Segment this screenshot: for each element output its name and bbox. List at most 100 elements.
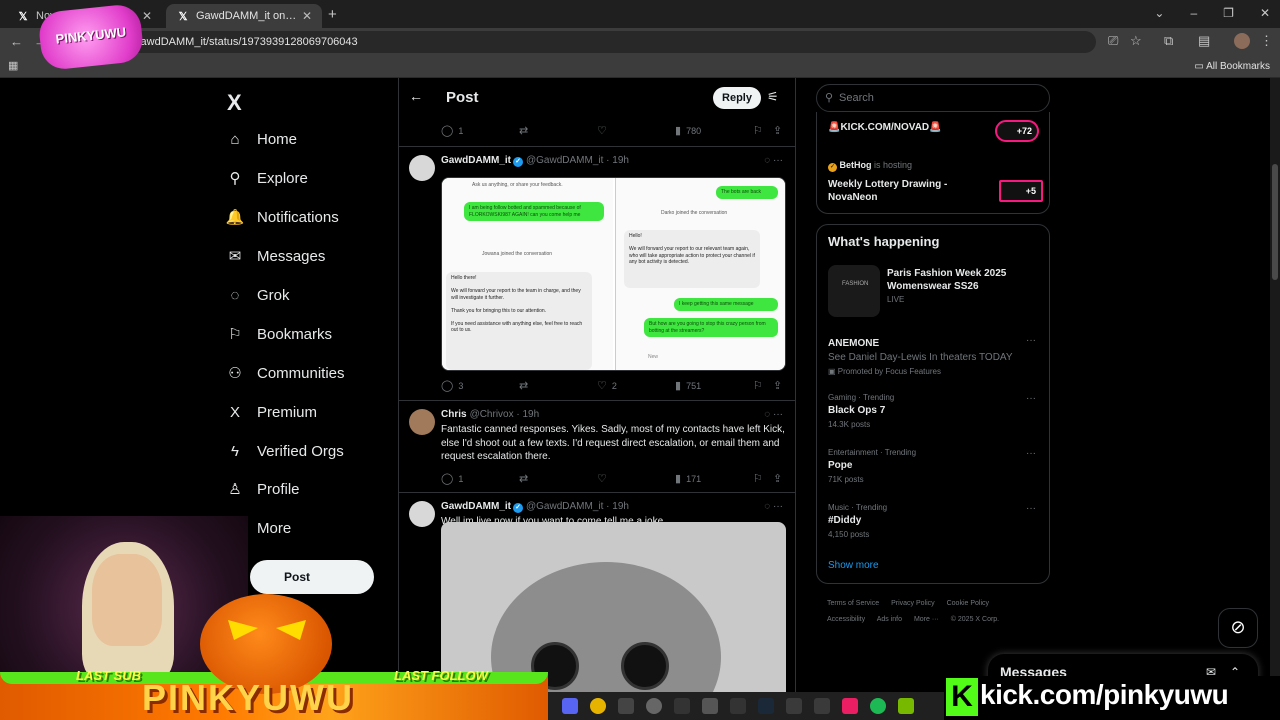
avatar[interactable] — [409, 501, 435, 527]
footer-link[interactable]: More ··· — [914, 616, 939, 623]
tweet[interactable]: GawdDAMM_it ✓ @GawdDAMM_it · 19h ◌ ··· Ask… — [399, 146, 795, 400]
new-tab-button[interactable]: + — [328, 6, 337, 23]
sidebar-item-messages[interactable]: ✉ Messages — [225, 241, 326, 271]
reply-action[interactable]: ◯ 1 — [441, 124, 463, 137]
bookmark-action[interactable]: ⚐ — [753, 379, 763, 392]
discord-icon[interactable] — [562, 698, 578, 714]
sidebar-item-notifications[interactable]: 🔔 Notifications — [225, 202, 339, 232]
share-action[interactable]: ⇪ — [773, 379, 782, 392]
profile-avatar[interactable] — [1234, 33, 1250, 49]
obs-icon[interactable] — [646, 698, 662, 714]
sidebar-item-bookmarks[interactable]: ⚐ Bookmarks — [225, 319, 332, 349]
sidebar-item-explore[interactable]: ⚲ Explore — [225, 163, 308, 193]
like-action[interactable]: ♡ 2 — [597, 379, 617, 392]
more-icon[interactable]: ··· — [1026, 335, 1036, 346]
scrollbar-thumb[interactable] — [1272, 164, 1278, 280]
views-action[interactable]: ▮ 780 — [675, 124, 701, 137]
post-button[interactable]: Post — [250, 560, 374, 594]
app-icon[interactable] — [814, 698, 830, 714]
grok-button[interactable]: ⊘ — [1218, 608, 1258, 648]
sidebar-item-premium[interactable]: X Premium — [225, 397, 317, 427]
back-icon[interactable]: ← — [10, 34, 23, 49]
x-logo[interactable]: X — [227, 90, 242, 116]
trend-item[interactable]: ANEMONE See Daniel Day-Lewis In theaters… — [828, 335, 1040, 376]
footer-link[interactable]: Accessibility — [827, 616, 865, 623]
avatar[interactable] — [409, 409, 435, 435]
minimize-icon[interactable]: – — [1190, 6, 1197, 20]
trend-item[interactable]: Gaming · Trending Black Ops 7 14.3K post… — [828, 393, 1040, 429]
close-icon[interactable]: ✕ — [142, 9, 152, 23]
sidebar-item-communities[interactable]: ⚇ Communities — [225, 358, 344, 388]
trend-item[interactable]: Music · Trending #Diddy 4,150 posts ··· — [828, 503, 1040, 539]
scrollbar[interactable] — [1270, 78, 1280, 720]
app-icon[interactable] — [786, 698, 802, 714]
apps-icon[interactable]: ▦ — [8, 59, 18, 72]
tweet-author[interactable]: GawdDAMM_it ✓ @GawdDAMM_it · 19h — [441, 155, 629, 167]
steam-icon[interactable] — [758, 698, 774, 714]
app-icon[interactable] — [730, 698, 746, 714]
share-action[interactable]: ⇪ — [773, 472, 782, 485]
sidebar-item-profile[interactable]: ♙ Profile — [225, 474, 299, 504]
tweet[interactable]: Chris @Chrivox · 19h ◌ ··· Fantastic cann… — [399, 400, 795, 492]
tweet-author[interactable]: Chris @Chrivox · 19h — [441, 409, 539, 420]
app-icon[interactable] — [842, 698, 858, 714]
bookmark-action[interactable]: ⚐ — [753, 124, 763, 137]
avatar[interactable] — [409, 155, 435, 181]
reply-action[interactable]: ◯ 3 — [441, 379, 463, 392]
views-action[interactable]: ▮ 171 — [675, 472, 701, 485]
footer-link[interactable]: Ads info — [877, 616, 902, 623]
reply-action[interactable]: ◯ 1 — [441, 472, 463, 485]
close-icon[interactable]: ✕ — [302, 9, 312, 23]
viewer-badge[interactable]: +5 — [999, 180, 1043, 202]
sidebar-item-home[interactable]: ⌂ Home — [225, 124, 297, 154]
sidebar-item-verified-orgs[interactable]: ϟ Verified Orgs — [225, 436, 344, 466]
like-action[interactable]: ♡ — [597, 472, 607, 485]
close-window-icon[interactable]: ✕ — [1260, 6, 1270, 20]
footer-link[interactable]: Privacy Policy — [891, 600, 935, 607]
cast-icon[interactable]: ⎚ — [1108, 33, 1118, 49]
share-action[interactable]: ⇪ — [773, 124, 782, 137]
chrome-icon[interactable] — [590, 698, 606, 714]
extensions-icon[interactable]: ⧉ — [1164, 33, 1173, 49]
star-icon[interactable]: ☆ — [1130, 33, 1142, 49]
back-arrow-icon[interactable]: ← — [409, 88, 423, 104]
footer-link[interactable]: Cookie Policy — [947, 600, 989, 607]
views-action[interactable]: ▮ 751 — [675, 379, 701, 392]
nvidia-icon[interactable] — [898, 698, 914, 714]
show-more-link[interactable]: Show more — [828, 560, 879, 571]
like-action[interactable]: ♡ — [597, 124, 607, 137]
spotify-icon[interactable] — [870, 698, 886, 714]
grok-more-icons[interactable]: ◌ ··· — [764, 409, 783, 420]
app-icon[interactable] — [674, 698, 690, 714]
browser-tab-active[interactable]: 𝕏 GawdDAMM_it on X: "Really sta ✕ — [166, 4, 322, 28]
grok-more-icons[interactable]: ◌ ··· — [764, 501, 783, 512]
search-input[interactable]: ⚲ Search — [816, 84, 1050, 112]
sidebar-icon[interactable]: ▤ — [1198, 33, 1210, 49]
tune-icon[interactable]: ⚟ — [767, 89, 779, 105]
all-bookmarks[interactable]: ▭ All Bookmarks — [1194, 61, 1270, 72]
viewer-badge[interactable]: +72 — [995, 120, 1039, 142]
menu-icon[interactable]: ⋮ — [1260, 33, 1273, 49]
bookmark-action[interactable]: ⚐ — [753, 472, 763, 485]
trend-item[interactable]: Entertainment · Trending Pope 71K posts … — [828, 448, 1040, 484]
tweet-author[interactable]: GawdDAMM_it ✓ @GawdDAMM_it · 19h — [441, 501, 629, 513]
url-field[interactable]: GawdDAMM_it/status/1973939128069706043 — [64, 31, 1096, 53]
more-icon[interactable]: ··· — [1026, 393, 1036, 404]
grok-more-icons[interactable]: ◌ ··· — [764, 155, 783, 166]
more-icon[interactable]: ··· — [1026, 448, 1036, 459]
tweet-image[interactable]: Ask us anything, or share your feedback.… — [441, 177, 786, 371]
more-icon[interactable]: ··· — [1026, 503, 1036, 514]
featured-trend-title[interactable]: Paris Fashion Week 2025 Womenswear SS26 — [887, 267, 1037, 293]
reply-button[interactable]: Reply — [713, 87, 761, 109]
repost-action[interactable]: ⇄ — [519, 124, 528, 137]
tab-search-icon[interactable]: ⌄ — [1154, 6, 1164, 20]
live-card[interactable]: 🚨KICK.COM/NOVAD🚨 +72 ✓ BetHog is hosting… — [816, 112, 1050, 214]
sidebar-item-grok[interactable]: ◌ Grok — [225, 280, 290, 310]
app-icon[interactable] — [702, 698, 718, 714]
maximize-icon[interactable]: ❐ — [1223, 6, 1234, 20]
repost-action[interactable]: ⇄ — [519, 472, 528, 485]
trend-thumbnail[interactable]: FASHION — [828, 265, 880, 317]
footer-link[interactable]: Terms of Service — [827, 600, 879, 607]
repost-action[interactable]: ⇄ — [519, 379, 528, 392]
app-icon[interactable] — [618, 698, 634, 714]
